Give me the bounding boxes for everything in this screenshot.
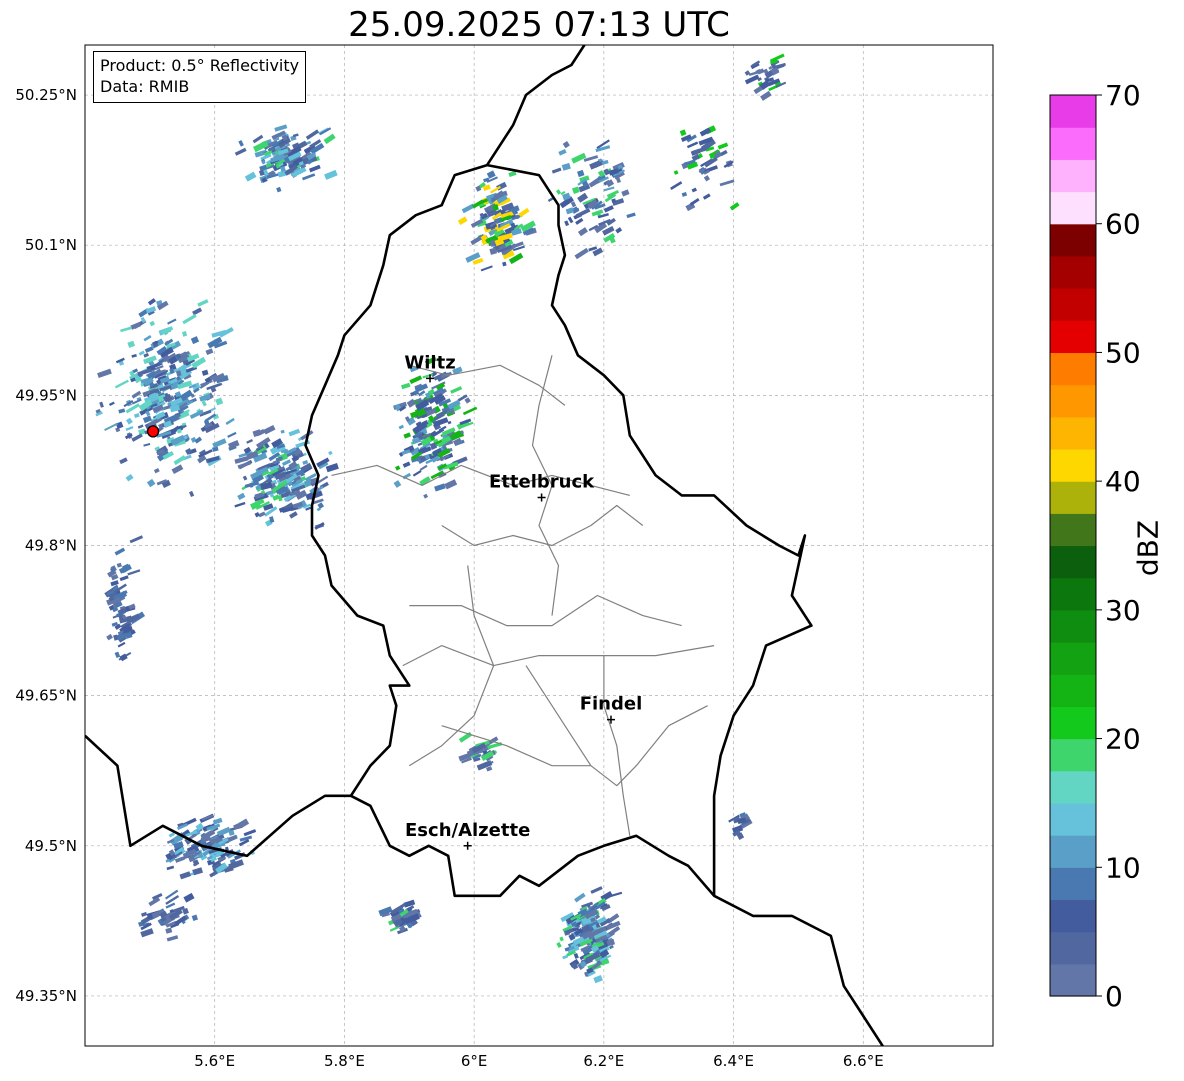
- colorbar: 0 10 20 30 40 50 60 70: [1049, 79, 1141, 1013]
- commune-border: [402, 645, 715, 667]
- colorbar-tick-label: 10: [1105, 851, 1141, 884]
- colorbar-tick-label: 50: [1105, 336, 1141, 369]
- map-grid: [85, 45, 993, 1046]
- lon-tick-label: 5.6°E: [194, 1052, 235, 1070]
- colorbar-segment: [1050, 191, 1096, 225]
- colorbar-segment: [1050, 835, 1096, 868]
- national-border: [486, 45, 586, 166]
- radar-site-marker: [146, 425, 160, 438]
- colorbar-segment: [1050, 802, 1096, 836]
- city-label: Wiltz: [404, 352, 455, 373]
- lon-tick-label: 5.8°E: [324, 1052, 365, 1070]
- colorbar-tick-label: 60: [1105, 208, 1141, 241]
- colorbar-segment: [1050, 481, 1096, 514]
- colorbar-label: dBZ: [1131, 519, 1165, 577]
- colorbar-segment: [1050, 448, 1096, 482]
- colorbar-segment: [1050, 95, 1096, 128]
- city-markers: Wiltz Ettelbruck Findel Esch/Alzette: [146, 352, 643, 850]
- radar-map: Wiltz Ettelbruck Findel Esch/Alzette 5.6°E 5…: [15, 44, 1141, 1070]
- map-frame: [84, 44, 994, 1047]
- commune-border: [408, 565, 495, 767]
- lon-tick-label: 6.4°E: [713, 1052, 754, 1070]
- colorbar-segment: [1050, 288, 1096, 321]
- city-marker: [606, 715, 615, 724]
- colorbar-segment: [1050, 545, 1096, 579]
- colorbar-segment: [1050, 963, 1096, 997]
- colorbar-segment: [1050, 513, 1096, 547]
- info-box: Product: 0.5° Reflectivity Data: RMIB: [93, 51, 307, 103]
- colorbar-tick-label: 20: [1105, 723, 1141, 756]
- lat-tick-label: 50.1°N: [25, 236, 77, 254]
- lat-tick-label: 50.25°N: [15, 86, 77, 104]
- colorbar-segment: [1050, 706, 1096, 740]
- colorbar-segment: [1050, 255, 1096, 289]
- colorbar-segment: [1050, 609, 1096, 643]
- city-label: Findel: [580, 694, 643, 715]
- colorbar-tick-label: 0: [1105, 980, 1123, 1013]
- colorbar-segment: [1050, 416, 1096, 450]
- product-label: Product: 0.5° Reflectivity: [100, 56, 300, 75]
- city-label: Esch/Alzette: [405, 820, 530, 841]
- colorbar-segment: [1050, 867, 1096, 901]
- lat-tick-label: 49.35°N: [15, 987, 77, 1005]
- colorbar-tick-label: 70: [1105, 79, 1141, 112]
- colorbar-segment: [1050, 320, 1096, 354]
- city-label: Ettelbruck: [489, 471, 595, 492]
- lat-tick-label: 49.8°N: [25, 537, 77, 555]
- data-source-label: Data: RMIB: [100, 77, 190, 96]
- national-border: [713, 894, 884, 1046]
- lon-tick-label: 6.6°E: [843, 1052, 884, 1070]
- colorbar-segment: [1050, 931, 1096, 965]
- colorbar-segment: [1050, 223, 1096, 257]
- colorbar-segment: [1050, 738, 1096, 772]
- commune-border: [603, 655, 631, 836]
- commune-border: [409, 594, 682, 627]
- commune-border: [441, 504, 644, 547]
- lat-tick-label: 49.65°N: [15, 687, 77, 705]
- lon-tick-label: 6.2°E: [583, 1052, 624, 1070]
- lat-tick-label: 49.95°N: [15, 386, 77, 404]
- lon-tick-label: 6°E: [461, 1052, 488, 1070]
- city-marker: [463, 841, 472, 850]
- national-border: [304, 163, 813, 898]
- colorbar-segment: [1050, 642, 1096, 675]
- colorbar-segment: [1050, 770, 1096, 804]
- colorbar-tick-label: 40: [1105, 465, 1141, 498]
- colorbar-segment: [1050, 352, 1096, 386]
- city-marker: [537, 493, 546, 502]
- colorbar-segment: [1050, 674, 1096, 707]
- lat-tick-label: 49.5°N: [25, 837, 77, 855]
- colorbar-segment: [1050, 384, 1096, 418]
- colorbar-tick-label: 30: [1105, 594, 1141, 627]
- colorbar-segment: [1050, 577, 1096, 611]
- colorbar-segment: [1050, 899, 1096, 933]
- commune-border: [525, 665, 708, 787]
- colorbar-segment: [1050, 159, 1096, 193]
- colorbar-segment: [1050, 127, 1096, 160]
